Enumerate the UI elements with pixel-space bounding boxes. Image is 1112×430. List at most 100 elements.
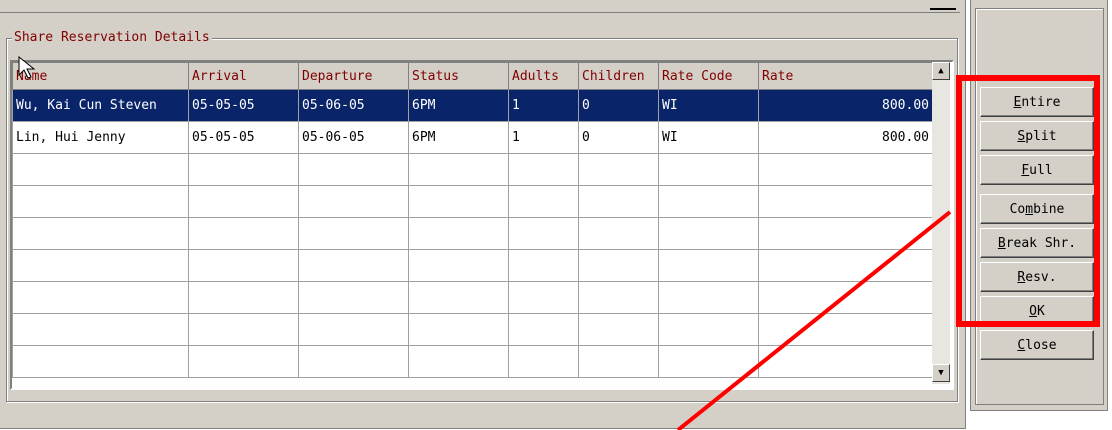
cell-arrival: 05-05-05 [188, 89, 299, 122]
column-header-children[interactable]: Children [578, 62, 659, 90]
cell-name: Lin, Hui Jenny [12, 121, 189, 154]
empty-cell [12, 313, 189, 346]
empty-cell [758, 249, 933, 282]
empty-cell [298, 281, 409, 314]
button-mnemonic: C [1017, 337, 1026, 353]
empty-cell [758, 345, 933, 378]
header-row: Name Arrival Departure Status Adults Chi… [12, 62, 933, 90]
table-row-empty[interactable] [12, 345, 933, 378]
empty-cell [12, 249, 189, 282]
column-header-name[interactable]: Name [12, 62, 189, 90]
empty-cell [12, 345, 189, 378]
cell-rate-code: WI [658, 121, 759, 154]
top-strip [0, 0, 960, 13]
column-header-arrival[interactable]: Arrival [188, 62, 299, 90]
empty-cell [408, 217, 509, 250]
empty-cell [188, 249, 299, 282]
empty-cell [408, 281, 509, 314]
table-row-empty[interactable] [12, 185, 933, 218]
empty-cell [188, 185, 299, 218]
empty-cell [658, 153, 759, 186]
cell-children: 0 [578, 89, 659, 122]
table-row-empty[interactable] [12, 153, 933, 186]
empty-cell [188, 313, 299, 346]
table-row[interactable]: Lin, Hui Jenny 05-05-05 05-06-05 6PM 1 0… [12, 121, 933, 154]
empty-cell [578, 217, 659, 250]
empty-cell [298, 153, 409, 186]
cell-departure: 05-06-05 [298, 121, 409, 154]
empty-cell [408, 185, 509, 218]
empty-cell [188, 345, 299, 378]
empty-cell [188, 217, 299, 250]
empty-cell [508, 153, 579, 186]
empty-cell [758, 313, 933, 346]
cell-adults: 1 [508, 121, 579, 154]
empty-cell [758, 281, 933, 314]
empty-cell [508, 185, 579, 218]
empty-cell [508, 281, 579, 314]
cell-departure: 05-06-05 [298, 89, 409, 122]
cell-children: 0 [578, 121, 659, 154]
empty-cell [408, 345, 509, 378]
table-row-empty[interactable] [12, 313, 933, 346]
button-label-part: lose [1025, 337, 1057, 353]
empty-cell [508, 249, 579, 282]
empty-cell [12, 153, 189, 186]
table-row-empty[interactable] [12, 249, 933, 282]
close-button[interactable]: Close [980, 330, 1094, 360]
cell-name: Wu, Kai Cun Steven [12, 89, 189, 122]
empty-cell [658, 281, 759, 314]
empty-cell [578, 313, 659, 346]
empty-cell [508, 313, 579, 346]
empty-cell [578, 185, 659, 218]
column-header-status[interactable]: Status [408, 62, 509, 90]
column-header-rate[interactable]: Rate [758, 62, 933, 90]
empty-cell [408, 153, 509, 186]
column-header-departure[interactable]: Departure [298, 62, 409, 90]
empty-cell [12, 281, 189, 314]
group-title: Share Reservation Details [12, 30, 212, 46]
empty-cell [758, 153, 933, 186]
empty-cell [658, 217, 759, 250]
empty-cell [298, 249, 409, 282]
empty-cell [578, 345, 659, 378]
column-header-rate-code[interactable]: Rate Code [658, 62, 759, 90]
empty-cell [758, 217, 933, 250]
scroll-down-icon[interactable]: ▼ [932, 364, 950, 382]
top-field-edge [930, 0, 956, 10]
empty-cell [658, 345, 759, 378]
empty-cell [298, 345, 409, 378]
empty-cell [578, 281, 659, 314]
empty-cell [188, 281, 299, 314]
column-header-adults[interactable]: Adults [508, 62, 579, 90]
vertical-scrollbar[interactable]: ▲ ▼ [932, 62, 950, 384]
empty-cell [658, 185, 759, 218]
empty-cell [578, 249, 659, 282]
cell-arrival: 05-05-05 [188, 121, 299, 154]
cell-status: 6PM [408, 121, 509, 154]
cell-adults: 1 [508, 89, 579, 122]
table-row-empty[interactable] [12, 217, 933, 250]
empty-cell [408, 313, 509, 346]
cell-rate-code: WI [658, 89, 759, 122]
empty-cell [298, 185, 409, 218]
empty-cell [12, 217, 189, 250]
mouse-pointer-icon [18, 56, 36, 79]
reservation-table: Name Arrival Departure Status Adults Chi… [12, 62, 933, 378]
empty-cell [508, 217, 579, 250]
empty-cell [508, 345, 579, 378]
window: Share Reservation Details Name Arrival D… [0, 0, 1112, 430]
reservation-grid[interactable]: Name Arrival Departure Status Adults Chi… [10, 60, 954, 390]
empty-cell [658, 249, 759, 282]
empty-cell [658, 313, 759, 346]
scroll-up-icon[interactable]: ▲ [932, 62, 950, 80]
table-row-empty[interactable] [12, 281, 933, 314]
empty-cell [408, 249, 509, 282]
cell-status: 6PM [408, 89, 509, 122]
highlight-annotation-box [956, 75, 1100, 327]
empty-cell [12, 185, 189, 218]
cell-rate: 800.00 [758, 89, 933, 122]
table-row-selected[interactable]: Wu, Kai Cun Steven 05-05-05 05-06-05 6PM… [12, 89, 933, 122]
empty-cell [298, 313, 409, 346]
empty-cell [298, 217, 409, 250]
